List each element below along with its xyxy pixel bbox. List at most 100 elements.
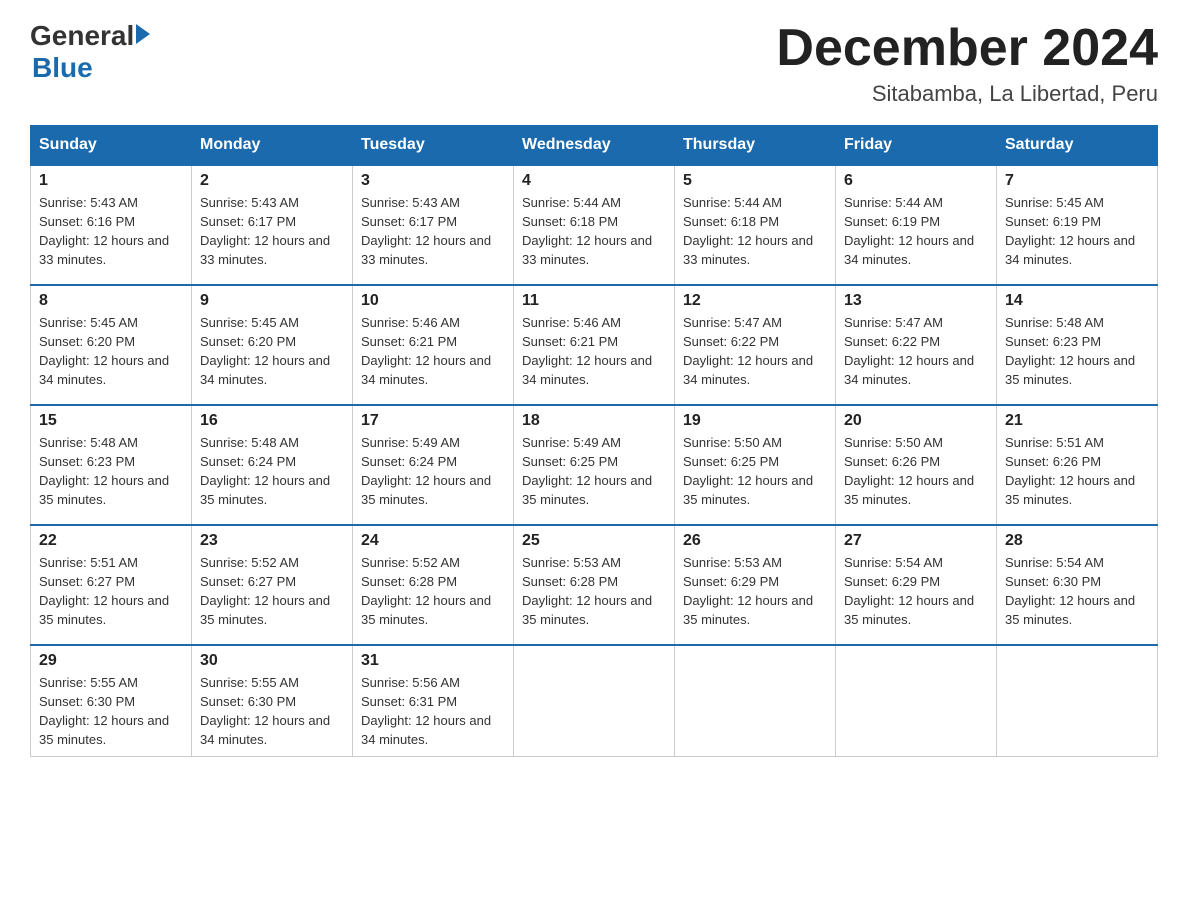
header-sunday: Sunday [31, 126, 192, 166]
day-number: 4 [522, 172, 666, 190]
day-number: 20 [844, 412, 988, 430]
calendar-day-cell: 27 Sunrise: 5:54 AMSunset: 6:29 PMDaylig… [836, 525, 997, 645]
calendar-day-cell: 20 Sunrise: 5:50 AMSunset: 6:26 PMDaylig… [836, 405, 997, 525]
day-info: Sunrise: 5:45 AMSunset: 6:19 PMDaylight:… [1005, 195, 1135, 267]
day-info: Sunrise: 5:52 AMSunset: 6:27 PMDaylight:… [200, 555, 330, 627]
calendar-day-cell: 21 Sunrise: 5:51 AMSunset: 6:26 PMDaylig… [997, 405, 1158, 525]
day-number: 30 [200, 652, 344, 670]
day-info: Sunrise: 5:47 AMSunset: 6:22 PMDaylight:… [683, 315, 813, 387]
header-thursday: Thursday [675, 126, 836, 166]
day-info: Sunrise: 5:44 AMSunset: 6:18 PMDaylight:… [683, 195, 813, 267]
day-number: 8 [39, 292, 183, 310]
day-info: Sunrise: 5:48 AMSunset: 6:23 PMDaylight:… [39, 435, 169, 507]
calendar-table: Sunday Monday Tuesday Wednesday Thursday… [30, 125, 1158, 756]
day-info: Sunrise: 5:50 AMSunset: 6:25 PMDaylight:… [683, 435, 813, 507]
calendar-week-row: 1 Sunrise: 5:43 AMSunset: 6:16 PMDayligh… [31, 165, 1158, 285]
day-info: Sunrise: 5:55 AMSunset: 6:30 PMDaylight:… [200, 675, 330, 747]
day-info: Sunrise: 5:43 AMSunset: 6:17 PMDaylight:… [200, 195, 330, 267]
calendar-header: Sunday Monday Tuesday Wednesday Thursday… [31, 126, 1158, 166]
calendar-day-cell [997, 645, 1158, 756]
logo-blue: Blue [32, 52, 93, 84]
calendar-day-cell: 26 Sunrise: 5:53 AMSunset: 6:29 PMDaylig… [675, 525, 836, 645]
day-number: 28 [1005, 532, 1149, 550]
calendar-title-block: December 2024 Sitabamba, La Libertad, Pe… [776, 20, 1158, 107]
calendar-day-cell: 28 Sunrise: 5:54 AMSunset: 6:30 PMDaylig… [997, 525, 1158, 645]
calendar-day-cell: 11 Sunrise: 5:46 AMSunset: 6:21 PMDaylig… [514, 285, 675, 405]
calendar-day-cell: 19 Sunrise: 5:50 AMSunset: 6:25 PMDaylig… [675, 405, 836, 525]
header-saturday: Saturday [997, 126, 1158, 166]
header-monday: Monday [192, 126, 353, 166]
day-number: 13 [844, 292, 988, 310]
page-header: General Blue December 2024 Sitabamba, La… [30, 20, 1158, 107]
calendar-day-cell: 5 Sunrise: 5:44 AMSunset: 6:18 PMDayligh… [675, 165, 836, 285]
header-wednesday: Wednesday [514, 126, 675, 166]
calendar-body: 1 Sunrise: 5:43 AMSunset: 6:16 PMDayligh… [31, 165, 1158, 756]
day-number: 7 [1005, 172, 1149, 190]
calendar-day-cell: 3 Sunrise: 5:43 AMSunset: 6:17 PMDayligh… [353, 165, 514, 285]
calendar-day-cell [514, 645, 675, 756]
day-info: Sunrise: 5:55 AMSunset: 6:30 PMDaylight:… [39, 675, 169, 747]
calendar-week-row: 8 Sunrise: 5:45 AMSunset: 6:20 PMDayligh… [31, 285, 1158, 405]
day-number: 27 [844, 532, 988, 550]
day-number: 25 [522, 532, 666, 550]
calendar-day-cell: 29 Sunrise: 5:55 AMSunset: 6:30 PMDaylig… [31, 645, 192, 756]
day-number: 23 [200, 532, 344, 550]
header-row: Sunday Monday Tuesday Wednesday Thursday… [31, 126, 1158, 166]
calendar-day-cell: 12 Sunrise: 5:47 AMSunset: 6:22 PMDaylig… [675, 285, 836, 405]
calendar-day-cell: 14 Sunrise: 5:48 AMSunset: 6:23 PMDaylig… [997, 285, 1158, 405]
day-info: Sunrise: 5:53 AMSunset: 6:29 PMDaylight:… [683, 555, 813, 627]
day-info: Sunrise: 5:48 AMSunset: 6:24 PMDaylight:… [200, 435, 330, 507]
calendar-day-cell [675, 645, 836, 756]
calendar-day-cell: 4 Sunrise: 5:44 AMSunset: 6:18 PMDayligh… [514, 165, 675, 285]
calendar-day-cell: 2 Sunrise: 5:43 AMSunset: 6:17 PMDayligh… [192, 165, 353, 285]
calendar-day-cell: 6 Sunrise: 5:44 AMSunset: 6:19 PMDayligh… [836, 165, 997, 285]
day-number: 1 [39, 172, 183, 190]
day-number: 3 [361, 172, 505, 190]
day-info: Sunrise: 5:56 AMSunset: 6:31 PMDaylight:… [361, 675, 491, 747]
calendar-day-cell: 13 Sunrise: 5:47 AMSunset: 6:22 PMDaylig… [836, 285, 997, 405]
day-info: Sunrise: 5:48 AMSunset: 6:23 PMDaylight:… [1005, 315, 1135, 387]
day-info: Sunrise: 5:51 AMSunset: 6:26 PMDaylight:… [1005, 435, 1135, 507]
calendar-week-row: 15 Sunrise: 5:48 AMSunset: 6:23 PMDaylig… [31, 405, 1158, 525]
day-number: 24 [361, 532, 505, 550]
day-number: 21 [1005, 412, 1149, 430]
calendar-day-cell: 18 Sunrise: 5:49 AMSunset: 6:25 PMDaylig… [514, 405, 675, 525]
calendar-day-cell: 15 Sunrise: 5:48 AMSunset: 6:23 PMDaylig… [31, 405, 192, 525]
calendar-title: December 2024 [776, 20, 1158, 77]
day-info: Sunrise: 5:50 AMSunset: 6:26 PMDaylight:… [844, 435, 974, 507]
day-number: 22 [39, 532, 183, 550]
calendar-subtitle: Sitabamba, La Libertad, Peru [776, 81, 1158, 107]
day-info: Sunrise: 5:49 AMSunset: 6:25 PMDaylight:… [522, 435, 652, 507]
calendar-day-cell: 7 Sunrise: 5:45 AMSunset: 6:19 PMDayligh… [997, 165, 1158, 285]
day-info: Sunrise: 5:54 AMSunset: 6:29 PMDaylight:… [844, 555, 974, 627]
day-number: 12 [683, 292, 827, 310]
day-info: Sunrise: 5:45 AMSunset: 6:20 PMDaylight:… [39, 315, 169, 387]
calendar-day-cell: 31 Sunrise: 5:56 AMSunset: 6:31 PMDaylig… [353, 645, 514, 756]
header-friday: Friday [836, 126, 997, 166]
day-number: 10 [361, 292, 505, 310]
logo: General Blue [30, 20, 150, 84]
day-number: 11 [522, 292, 666, 310]
day-info: Sunrise: 5:43 AMSunset: 6:17 PMDaylight:… [361, 195, 491, 267]
day-info: Sunrise: 5:51 AMSunset: 6:27 PMDaylight:… [39, 555, 169, 627]
day-info: Sunrise: 5:46 AMSunset: 6:21 PMDaylight:… [522, 315, 652, 387]
day-number: 15 [39, 412, 183, 430]
logo-general: General [30, 20, 134, 52]
day-number: 31 [361, 652, 505, 670]
calendar-week-row: 22 Sunrise: 5:51 AMSunset: 6:27 PMDaylig… [31, 525, 1158, 645]
day-info: Sunrise: 5:49 AMSunset: 6:24 PMDaylight:… [361, 435, 491, 507]
calendar-day-cell: 9 Sunrise: 5:45 AMSunset: 6:20 PMDayligh… [192, 285, 353, 405]
calendar-day-cell: 24 Sunrise: 5:52 AMSunset: 6:28 PMDaylig… [353, 525, 514, 645]
day-number: 5 [683, 172, 827, 190]
day-info: Sunrise: 5:54 AMSunset: 6:30 PMDaylight:… [1005, 555, 1135, 627]
day-info: Sunrise: 5:44 AMSunset: 6:18 PMDaylight:… [522, 195, 652, 267]
calendar-day-cell: 8 Sunrise: 5:45 AMSunset: 6:20 PMDayligh… [31, 285, 192, 405]
day-info: Sunrise: 5:52 AMSunset: 6:28 PMDaylight:… [361, 555, 491, 627]
header-tuesday: Tuesday [353, 126, 514, 166]
day-number: 18 [522, 412, 666, 430]
calendar-day-cell: 30 Sunrise: 5:55 AMSunset: 6:30 PMDaylig… [192, 645, 353, 756]
day-info: Sunrise: 5:46 AMSunset: 6:21 PMDaylight:… [361, 315, 491, 387]
day-number: 14 [1005, 292, 1149, 310]
day-info: Sunrise: 5:44 AMSunset: 6:19 PMDaylight:… [844, 195, 974, 267]
day-number: 9 [200, 292, 344, 310]
